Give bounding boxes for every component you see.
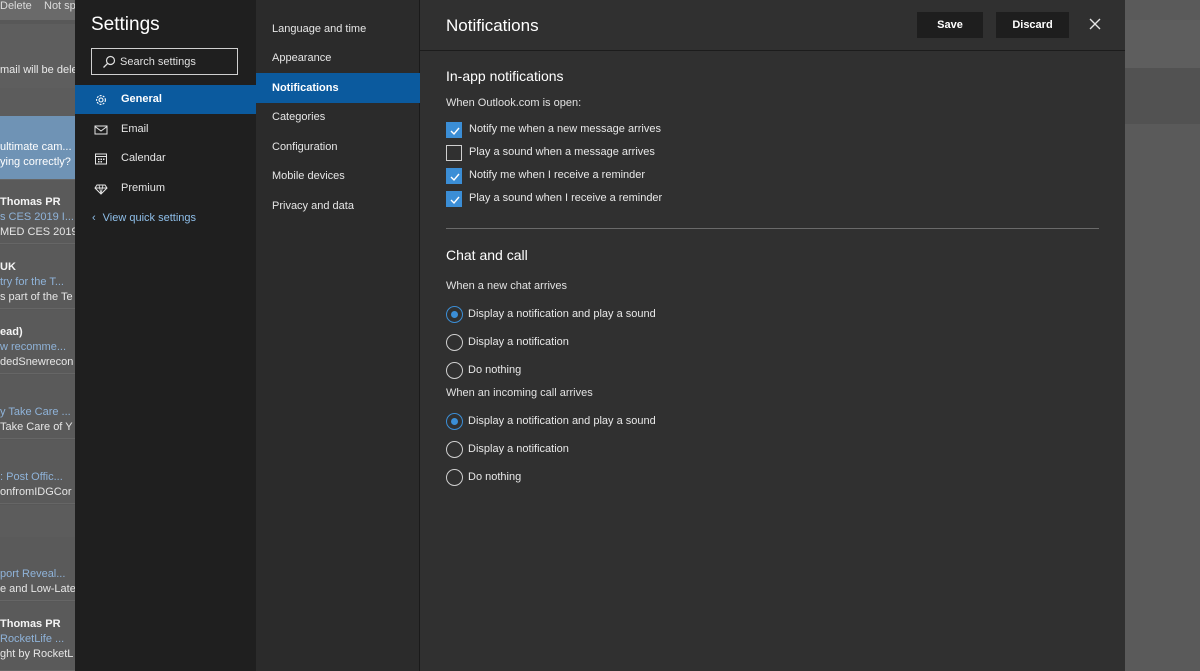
- settings-categories: Settings General Email: [75, 0, 256, 671]
- radio-button[interactable]: [446, 469, 463, 486]
- radio-label: Do nothing: [468, 471, 522, 483]
- mail-group-band: [0, 505, 75, 537]
- settings-title: Settings: [91, 14, 160, 35]
- call-group-label: When an incoming call arrives: [446, 387, 593, 399]
- radio-button[interactable]: [446, 362, 463, 379]
- radio-button[interactable]: [446, 441, 463, 458]
- checkbox[interactable]: [446, 168, 462, 184]
- gear-icon: [96, 95, 106, 105]
- checkbox-label: Notify me when a new message arrives: [469, 123, 661, 135]
- radio-button[interactable]: [446, 306, 463, 323]
- notifications-content: Notifications Save Discard In-app notifi…: [420, 0, 1125, 671]
- close-icon[interactable]: [1085, 14, 1105, 34]
- radio-label: Display a notification and play a sound: [468, 415, 656, 427]
- view-quick-settings-link[interactable]: ‹ View quick settings: [92, 212, 196, 224]
- checkmark-icon: [450, 127, 460, 136]
- chevron-left-icon: ‹: [92, 212, 96, 224]
- page-title: Notifications: [446, 16, 539, 35]
- section-divider: [446, 228, 1099, 229]
- radio-button[interactable]: [446, 413, 463, 430]
- search-icon: [103, 55, 116, 68]
- subcategory-language-and-time[interactable]: Language and time: [256, 15, 420, 44]
- mail-list-item[interactable]: Thomas PR RocketLife ... ght by RocketL: [0, 602, 75, 671]
- radio-label: Display a notification and play a sound: [468, 308, 656, 320]
- radio-label: Do nothing: [468, 364, 522, 376]
- mail-icon: [94, 125, 108, 135]
- mail-list-item[interactable]: ead) w recomme... dedSnewrecon: [0, 310, 75, 374]
- checkbox[interactable]: [446, 191, 462, 207]
- subcategory-configuration[interactable]: Configuration: [256, 133, 420, 162]
- chat-and-call-heading: Chat and call: [446, 247, 528, 263]
- subcategory-appearance[interactable]: Appearance: [256, 44, 420, 73]
- chat-group-label: When a new chat arrives: [446, 280, 568, 292]
- view-quick-settings-label: View quick settings: [102, 212, 197, 224]
- not-spam-action[interactable]: Not sp: [44, 0, 76, 12]
- mail-list-item[interactable]: : Post Offic... onfromIDGCor: [0, 440, 75, 504]
- diamond-icon: [94, 184, 108, 195]
- mail-notice: mail will be dele: [0, 24, 78, 88]
- search-settings-box[interactable]: [91, 48, 238, 75]
- delete-action[interactable]: Delete: [0, 0, 32, 12]
- mail-group-band: [0, 88, 75, 116]
- calendar-icon: [95, 153, 107, 165]
- header-divider: [420, 50, 1125, 51]
- reading-pane-background: [1125, 0, 1200, 671]
- checkmark-icon: [450, 173, 460, 182]
- mail-list-item[interactable]: port Reveal... e and Low-Late: [0, 537, 75, 601]
- mail-list-item[interactable]: UK try for the T... s part of the Te: [0, 245, 75, 309]
- radio-button[interactable]: [446, 334, 463, 351]
- in-app-notifications-heading: In-app notifications: [446, 68, 564, 84]
- category-general[interactable]: General: [75, 85, 256, 114]
- category-email[interactable]: Email: [75, 115, 256, 144]
- subcategory-privacy-and-data[interactable]: Privacy and data: [256, 192, 420, 221]
- settings-panel: Settings General Email: [75, 0, 1125, 671]
- settings-subcategories: Language and time Appearance Notificatio…: [256, 0, 420, 671]
- checkbox-label: Notify me when I receive a reminder: [469, 169, 646, 181]
- checkbox[interactable]: [446, 145, 462, 161]
- checkbox-label: Play a sound when a message arrives: [469, 146, 655, 158]
- category-calendar[interactable]: Calendar: [75, 144, 256, 173]
- category-label: Premium: [121, 182, 166, 194]
- checkbox[interactable]: [446, 122, 462, 138]
- subcategory-categories[interactable]: Categories: [256, 103, 420, 132]
- mail-list-item[interactable]: y Take Care ... Take Care of Y: [0, 375, 75, 439]
- mail-notice-text: mail will be dele: [0, 64, 78, 76]
- subcategory-mobile-devices[interactable]: Mobile devices: [256, 162, 420, 191]
- mail-list-item[interactable]: Thomas PR s CES 2019 I... MED CES 2019: [0, 180, 75, 244]
- category-label: Email: [121, 123, 149, 135]
- discard-button[interactable]: Discard: [996, 12, 1069, 38]
- subcategory-notifications[interactable]: Notifications: [256, 73, 420, 103]
- category-label: Calendar: [121, 152, 166, 164]
- category-label: General: [121, 93, 162, 105]
- radio-label: Display a notification: [468, 336, 569, 348]
- save-button[interactable]: Save: [917, 12, 983, 38]
- mail-list-item[interactable]: ultimate cam... ying correctly?: [0, 116, 75, 180]
- search-settings-input[interactable]: [120, 52, 235, 72]
- checkmark-icon: [450, 196, 460, 205]
- in-app-subheading: When Outlook.com is open:: [446, 97, 582, 109]
- checkbox-label: Play a sound when I receive a reminder: [469, 192, 663, 204]
- radio-label: Display a notification: [468, 443, 569, 455]
- category-premium[interactable]: Premium: [75, 174, 256, 203]
